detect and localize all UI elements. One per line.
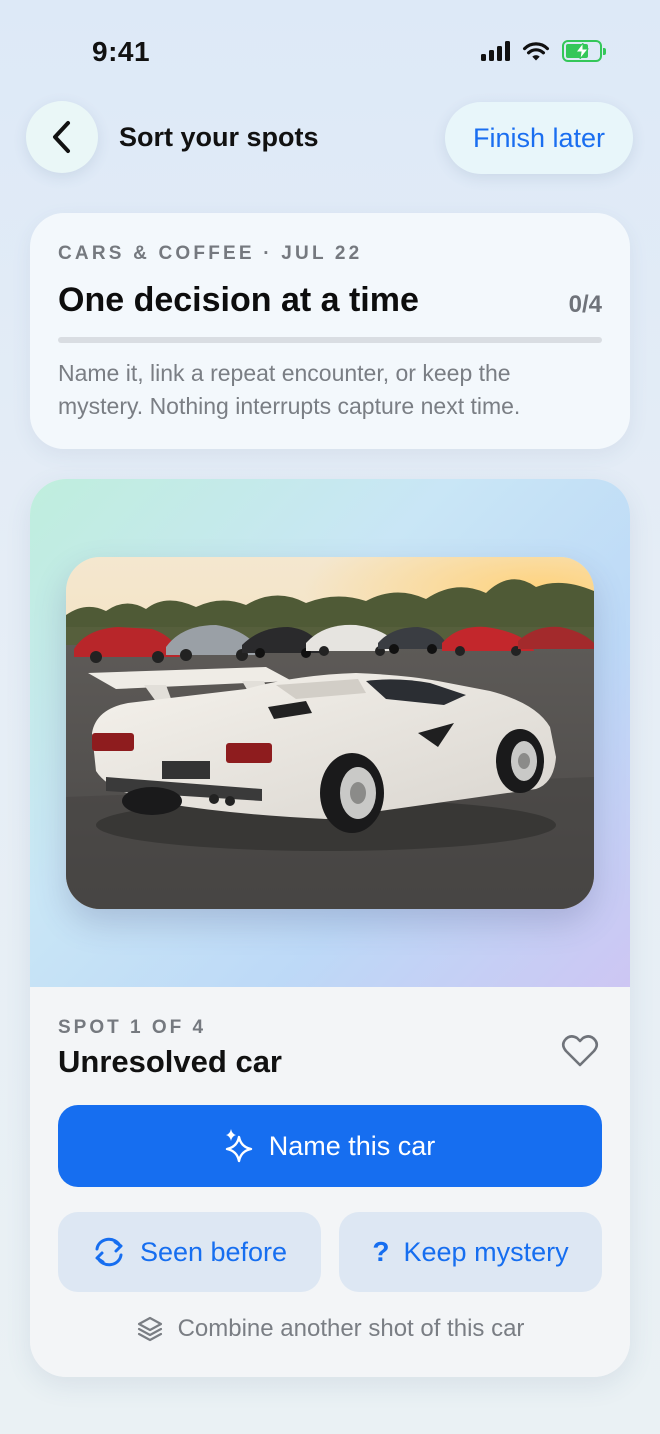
question-mark-icon: ? [372, 1236, 390, 1267]
progress-bar [58, 337, 602, 343]
session-summary-card: CARS & COFFEE · JUL 22 One decision at a… [30, 213, 630, 449]
battery-icon [562, 40, 606, 62]
spot-details: SPOT 1 OF 4 Unresolved car Name this car… [30, 987, 630, 1377]
status-icons [481, 40, 606, 62]
seen-before-button[interactable]: Seen before [58, 1212, 321, 1292]
session-eyebrow: CARS & COFFEE · JUL 22 [58, 243, 363, 264]
seen-before-label: Seen before [139, 1236, 288, 1267]
combine-shot-label: Combine another shot of this car [177, 1315, 525, 1342]
chevron-left-icon [53, 121, 70, 153]
name-this-car-button[interactable]: Name this car [58, 1105, 602, 1187]
stack-layers-icon [137, 1316, 162, 1342]
spot-card: SPOT 1 OF 4 Unresolved car Name this car… [30, 479, 630, 1377]
keep-mystery-button[interactable]: ? Keep mystery [339, 1212, 602, 1292]
car-photo[interactable] [66, 557, 594, 909]
finish-later-button[interactable]: Finish later [445, 102, 633, 174]
back-button[interactable] [26, 101, 98, 173]
sparkles-icon [225, 1129, 252, 1163]
combine-shot-link[interactable]: Combine another shot of this car [30, 1315, 630, 1343]
wifi-icon [523, 41, 549, 60]
favorite-button[interactable] [560, 1031, 600, 1071]
status-time: 9:41 [92, 36, 151, 67]
name-this-car-label: Name this car [268, 1130, 436, 1161]
progress-count: 0/4 [568, 291, 602, 318]
page-title: Sort your spots [119, 122, 319, 152]
cellular-signal-icon [481, 41, 510, 61]
status-bar: 9:41 [0, 0, 660, 100]
summary-description: Name it, link a repeat encounter, or kee… [58, 360, 521, 419]
keep-mystery-label: Keep mystery [403, 1236, 569, 1267]
summary-title: One decision at a time [58, 281, 419, 319]
refresh-icon [95, 1237, 123, 1267]
heart-outline-icon [561, 1035, 599, 1067]
spot-counter: SPOT 1 OF 4 [58, 1017, 207, 1038]
spot-title: Unresolved car [58, 1044, 282, 1079]
spot-hero [30, 479, 630, 987]
